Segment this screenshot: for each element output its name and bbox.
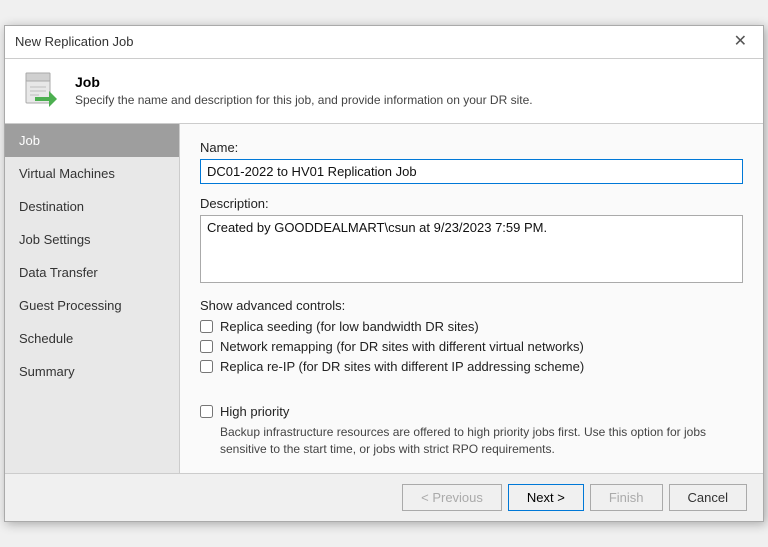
header-text: Job Specify the name and description for… (75, 74, 533, 107)
header-description: Specify the name and description for thi… (75, 93, 533, 107)
header-title: Job (75, 74, 533, 90)
sidebar-item-guest-processing[interactable]: Guest Processing (5, 289, 179, 322)
network-remapping-label: Network remapping (for DR sites with dif… (220, 339, 584, 354)
advanced-section: Show advanced controls: Replica seeding … (200, 298, 743, 374)
replica-seeding-label: Replica seeding (for low bandwidth DR si… (220, 319, 479, 334)
checkbox-replica-reip[interactable]: Replica re-IP (for DR sites with differe… (200, 359, 743, 374)
replica-seeding-checkbox[interactable] (200, 320, 213, 333)
name-label: Name: (200, 140, 743, 155)
finish-button[interactable]: Finish (590, 484, 663, 511)
checkbox-network-remapping[interactable]: Network remapping (for DR sites with dif… (200, 339, 743, 354)
close-button[interactable]: ✕ (728, 32, 753, 52)
checkbox-replica-seeding[interactable]: Replica seeding (for low bandwidth DR si… (200, 319, 743, 334)
sidebar-item-data-transfer[interactable]: Data Transfer (5, 256, 179, 289)
sidebar-item-virtual-machines[interactable]: Virtual Machines (5, 157, 179, 190)
advanced-title: Show advanced controls: (200, 298, 743, 313)
high-priority-label-text: High priority (220, 404, 289, 419)
name-input[interactable] (200, 159, 743, 184)
sidebar-item-schedule[interactable]: Schedule (5, 322, 179, 355)
high-priority-section: High priority Backup infrastructure reso… (200, 394, 743, 458)
sidebar-item-job-settings[interactable]: Job Settings (5, 223, 179, 256)
next-button[interactable]: Next > (508, 484, 584, 511)
previous-button[interactable]: < Previous (402, 484, 502, 511)
replica-reip-label: Replica re-IP (for DR sites with differe… (220, 359, 584, 374)
sidebar: Job Virtual Machines Destination Job Set… (5, 124, 180, 474)
title-bar: New Replication Job ✕ (5, 26, 763, 59)
header-area: Job Specify the name and description for… (5, 59, 763, 124)
body-area: Job Virtual Machines Destination Job Set… (5, 124, 763, 474)
main-content: Name: Description: Created by GOODDEALMA… (180, 124, 763, 474)
sidebar-item-summary[interactable]: Summary (5, 355, 179, 388)
replica-reip-checkbox[interactable] (200, 360, 213, 373)
sidebar-item-job[interactable]: Job (5, 124, 179, 157)
sidebar-item-destination[interactable]: Destination (5, 190, 179, 223)
network-remapping-checkbox[interactable] (200, 340, 213, 353)
job-icon (21, 71, 61, 111)
description-group: Description: Created by GOODDEALMART\csu… (200, 196, 743, 286)
cancel-button[interactable]: Cancel (669, 484, 747, 511)
high-priority-checkbox[interactable] (200, 405, 213, 418)
high-priority-description: Backup infrastructure resources are offe… (220, 424, 743, 458)
dialog-title: New Replication Job (15, 34, 134, 49)
new-replication-job-dialog: New Replication Job ✕ Job Specify the na… (4, 25, 764, 523)
footer: < Previous Next > Finish Cancel (5, 473, 763, 521)
description-label: Description: (200, 196, 743, 211)
name-group: Name: (200, 140, 743, 184)
high-priority-checkbox-label[interactable]: High priority (200, 404, 743, 419)
description-textarea[interactable]: Created by GOODDEALMART\csun at 9/23/202… (200, 215, 743, 283)
